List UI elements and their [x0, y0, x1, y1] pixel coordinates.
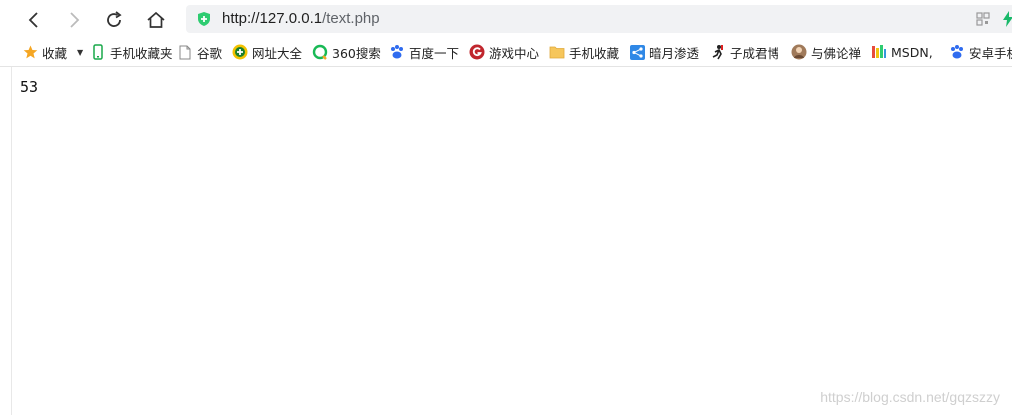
- back-button[interactable]: [20, 6, 48, 34]
- bookmark-mobile-folder[interactable]: 手机收藏: [549, 43, 619, 61]
- bookmark-label: 安卓手机: [969, 45, 1012, 61]
- caret-down-icon[interactable]: ▼: [77, 48, 83, 57]
- star-icon: [22, 44, 38, 60]
- bookmark-google[interactable]: 谷歌: [177, 43, 222, 61]
- shield-icon: [198, 12, 210, 26]
- bookmark-yufolunchan[interactable]: 与佛论禅: [791, 43, 861, 61]
- bookmark-label: MSDN,: [891, 44, 933, 60]
- reload-button[interactable]: [100, 6, 128, 34]
- bookmark-label: 子成君博: [730, 45, 778, 61]
- bookmark-msdn[interactable]: MSDN,: [871, 43, 933, 61]
- url-text[interactable]: http://127.0.0.1/text.php: [222, 10, 380, 27]
- bookmark-android-phone[interactable]: 安卓手机: [949, 43, 1012, 61]
- paw-icon: [389, 44, 405, 60]
- lightning-icon[interactable]: [1002, 11, 1012, 27]
- url-host: http://127.0.0.1: [222, 10, 323, 27]
- bookmark-label: 百度一下: [409, 45, 460, 61]
- bookmark-game-center[interactable]: 游戏中心: [469, 43, 539, 61]
- bookmark-zichengjun[interactable]: 子成君博: [710, 43, 778, 61]
- bookmark-favorites[interactable]: 收藏 ▼: [22, 43, 83, 61]
- forward-button[interactable]: [60, 6, 88, 34]
- plus-circle-icon: [232, 44, 248, 60]
- browser-toolbar: http://127.0.0.1/text.php: [0, 0, 1012, 38]
- page-body-text: 53: [20, 78, 39, 96]
- bookmark-anyue[interactable]: 暗月渗透: [629, 43, 699, 61]
- qr-code-icon[interactable]: [976, 12, 990, 26]
- search-ring-icon: [312, 44, 328, 60]
- home-icon: [147, 11, 165, 28]
- watermark-text: https://blog.csdn.net/gqzszzy: [820, 389, 1000, 405]
- bookmark-label: 360搜索: [332, 45, 381, 61]
- runner-icon: [710, 44, 726, 60]
- avatar-icon: [791, 44, 807, 60]
- bookmark-label: 与佛论禅: [811, 45, 862, 61]
- address-bar[interactable]: http://127.0.0.1/text.php: [186, 5, 1012, 33]
- content-left-border: [11, 67, 12, 415]
- url-path: /text.php: [322, 10, 380, 27]
- bookmark-360-search[interactable]: 360搜索: [312, 43, 381, 61]
- msdn-icon: [871, 44, 887, 60]
- bookmark-label: 手机收藏: [569, 45, 620, 61]
- share-icon: [629, 44, 645, 60]
- bookmark-label: 收藏: [42, 45, 68, 61]
- bookmark-label: 谷歌: [197, 45, 223, 61]
- reload-icon: [107, 11, 122, 27]
- bookmark-site-directory[interactable]: 网址大全: [232, 43, 302, 61]
- bookmark-baidu[interactable]: 百度一下: [389, 43, 459, 61]
- chevron-right-icon: [70, 12, 80, 28]
- game-icon: [469, 44, 485, 60]
- phone-icon: [90, 44, 106, 60]
- bookmarks-bar: 收藏 ▼ 手机收藏夹 谷歌 网址大全 360搜索 百度一下 游戏中心 手机收藏 …: [0, 38, 1012, 67]
- bookmark-label: 游戏中心: [489, 45, 540, 61]
- page-icon: [177, 44, 193, 60]
- home-button[interactable]: [142, 6, 170, 34]
- bookmark-label: 手机收藏夹: [110, 45, 173, 61]
- chevron-left-icon: [28, 12, 38, 28]
- bookmark-label: 暗月渗透: [649, 45, 700, 61]
- folder-icon: [549, 44, 565, 60]
- bookmark-label: 网址大全: [252, 45, 303, 61]
- bookmark-mobile-favorites[interactable]: 手机收藏夹: [90, 43, 173, 61]
- paw-icon: [949, 44, 965, 60]
